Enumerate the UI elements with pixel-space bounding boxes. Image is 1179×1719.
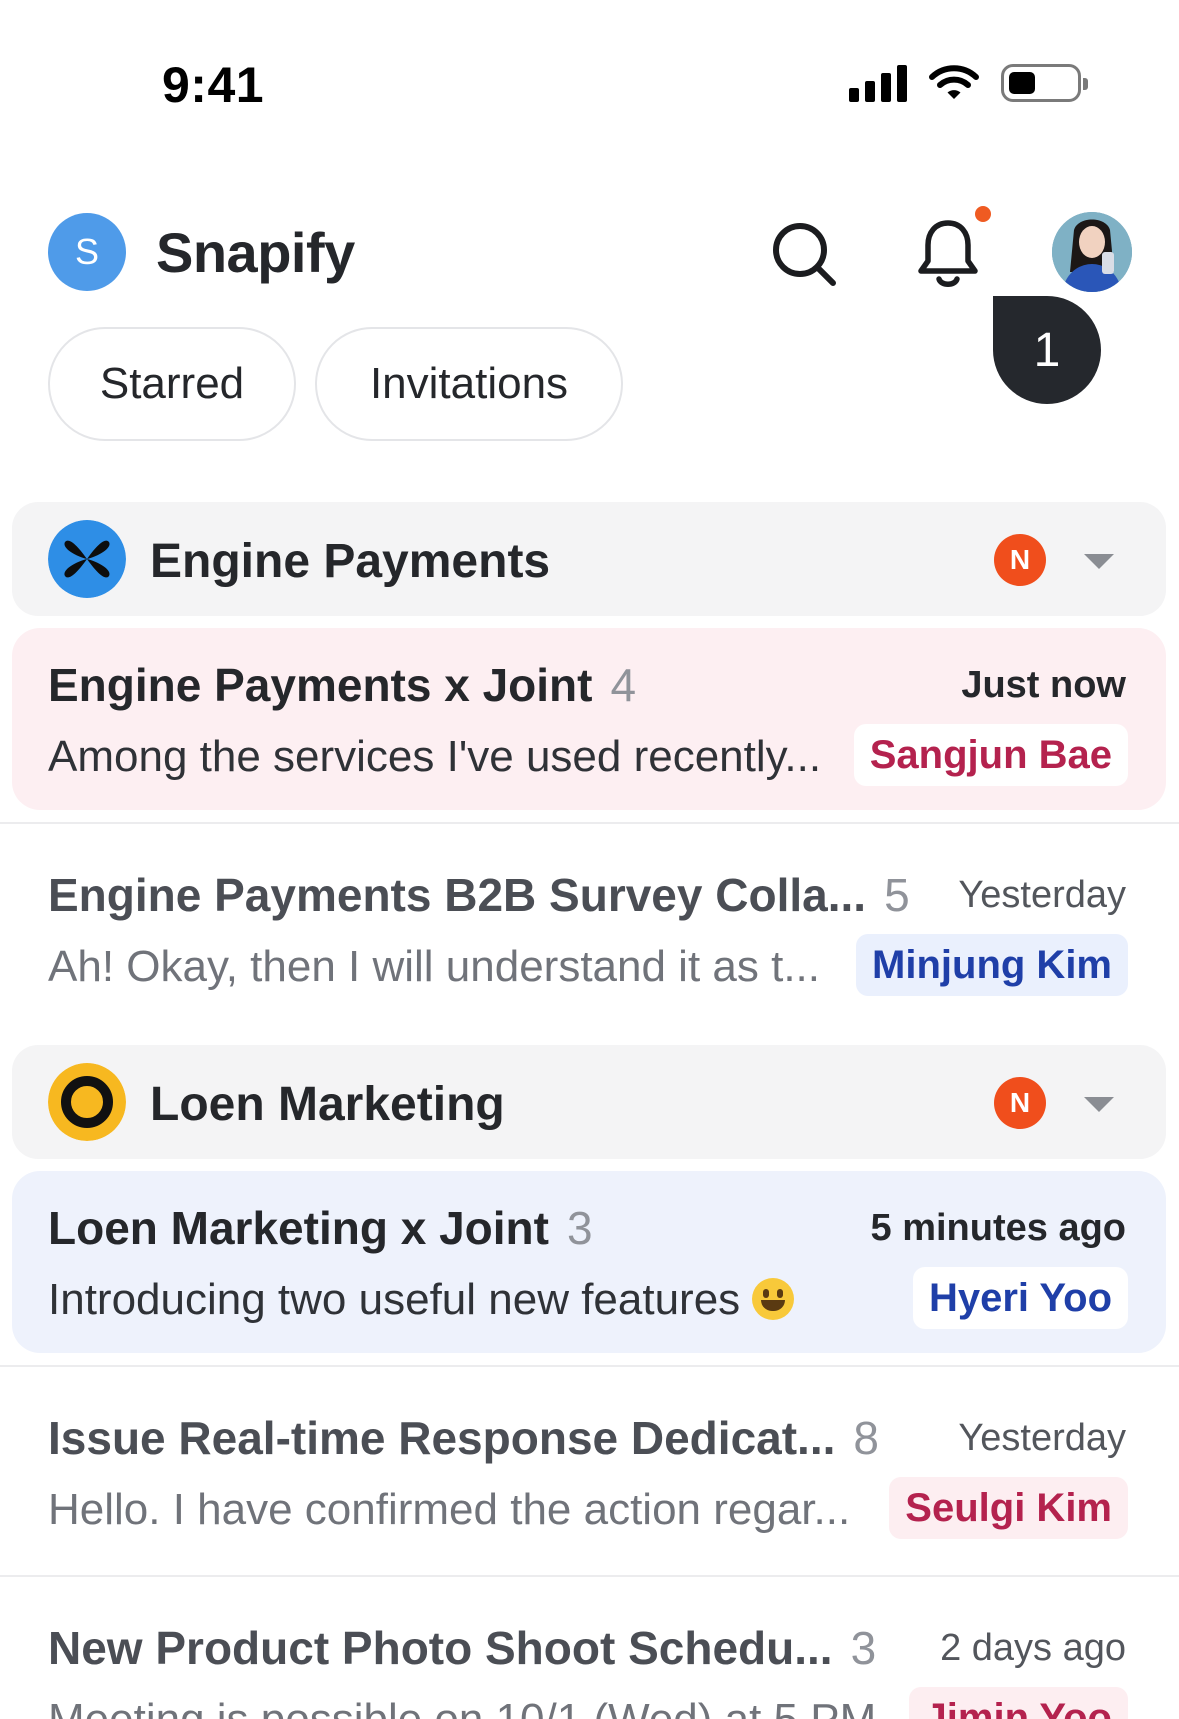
list-item[interactable]: New Product Photo Shoot Schedu... 3 2 day… [12, 1591, 1166, 1719]
timestamp: Just now [961, 664, 1126, 706]
divider [0, 822, 1179, 824]
app-header: S Snapify [0, 200, 1179, 310]
conversation-title: New Product Photo Shoot Schedu... 3 [48, 1621, 876, 1675]
timestamp: Yesterday [958, 874, 1126, 916]
message-count: 4 [610, 659, 637, 711]
list-item[interactable]: Issue Real-time Response Dedicat... 8 Yes… [12, 1381, 1166, 1563]
search-button[interactable] [764, 214, 844, 294]
message-preview-text: Introducing two useful new features [48, 1275, 741, 1324]
divider [0, 1365, 1179, 1367]
new-badge: N [994, 534, 1046, 586]
message-count: 3 [566, 1202, 593, 1254]
message-preview: Among the services I've used recently... [48, 732, 822, 781]
conversation-title: Engine Payments B2B Survey Colla... 5 [48, 868, 910, 922]
message-count: 8 [853, 1412, 879, 1464]
sender-tag: Hyeri Yoo [912, 1267, 1128, 1329]
message-preview: Meeting is possible on 10/1 (Wed) at 5 P… [48, 1695, 876, 1719]
conversation-title-text: Loen Marketing x Joint [48, 1202, 549, 1254]
conversation-title-text: New Product Photo Shoot Schedu... [48, 1622, 833, 1674]
group-name: Engine Payments [150, 535, 551, 588]
message-count: 3 [850, 1622, 877, 1674]
wifi-icon [929, 65, 979, 99]
message-preview: Ah! Okay, then I will understand it as t… [48, 942, 820, 991]
cellular-signal-icon [849, 64, 907, 102]
notification-dot [975, 206, 991, 222]
notifications-button[interactable] [908, 214, 988, 294]
list-item[interactable]: Engine Payments B2B Survey Colla... 5 Yes… [12, 838, 1166, 1020]
notification-count-bubble: 1 [993, 296, 1101, 404]
group-header-engine-payments[interactable]: Engine Payments N [12, 502, 1166, 616]
group-header-loen-marketing[interactable]: Loen Marketing N [12, 1045, 1166, 1159]
starred-chip[interactable]: Starred [48, 327, 296, 441]
sender-tag: Jimin Yoo [908, 1687, 1128, 1719]
timestamp: Yesterday [958, 1417, 1126, 1459]
timestamp: 2 days ago [940, 1627, 1126, 1669]
bell-icon [918, 220, 978, 287]
message-count: 5 [884, 869, 910, 921]
divider [0, 1575, 1179, 1577]
workspace-avatar[interactable]: S [48, 213, 126, 291]
sender-tag: Sangjun Bae [853, 724, 1128, 786]
app-title: Snapify [156, 221, 355, 284]
profile-photo-icon [1052, 212, 1132, 292]
sender-tag: Seulgi Kim [889, 1477, 1128, 1539]
chevron-down-icon[interactable] [1084, 554, 1114, 569]
battery-icon [1001, 64, 1088, 102]
invitations-chip[interactable]: Invitations [315, 327, 623, 441]
status-bar: 9:41 [0, 0, 1179, 170]
conversation-title: Engine Payments x Joint 4 [48, 658, 636, 712]
conversation-title-text: Issue Real-time Response Dedicat... [48, 1412, 836, 1464]
conversation-title-text: Engine Payments x Joint [48, 659, 593, 711]
search-icon [773, 223, 836, 286]
list-item[interactable]: Engine Payments x Joint 4 Just now Among … [12, 628, 1166, 810]
profile-avatar[interactable] [1052, 212, 1132, 292]
conversation-title-text: Engine Payments B2B Survey Colla... [48, 869, 867, 921]
message-preview: Introducing two useful new features [48, 1275, 795, 1325]
engine-payments-logo [48, 520, 126, 598]
message-preview: Hello. I have confirmed the action regar… [48, 1485, 851, 1534]
grinning-face-emoji-icon [752, 1278, 795, 1320]
loen-marketing-logo [48, 1063, 126, 1141]
new-badge: N [994, 1077, 1046, 1129]
sender-tag: Minjung Kim [856, 934, 1128, 996]
conversation-title: Loen Marketing x Joint 3 [48, 1201, 593, 1255]
group-name: Loen Marketing [150, 1078, 505, 1131]
conversation-title: Issue Real-time Response Dedicat... 8 [48, 1411, 879, 1465]
chevron-down-icon[interactable] [1084, 1097, 1114, 1112]
list-item[interactable]: Loen Marketing x Joint 3 5 minutes ago In… [12, 1171, 1166, 1353]
status-time: 9:41 [162, 57, 265, 113]
timestamp: 5 minutes ago [870, 1207, 1127, 1249]
status-icons [849, 64, 1088, 102]
